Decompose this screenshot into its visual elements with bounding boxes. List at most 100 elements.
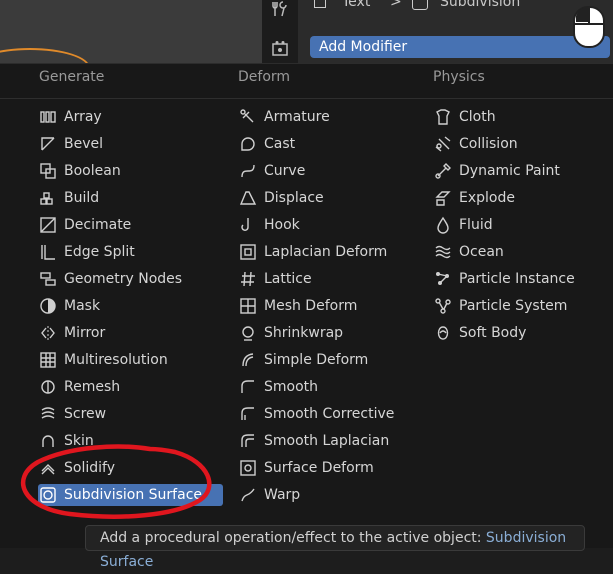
menu-item-skin[interactable]: Skin — [38, 430, 94, 452]
cast-icon — [238, 134, 258, 154]
boolean-icon — [38, 161, 58, 181]
remesh-icon — [38, 377, 58, 397]
menu-item-label: Smooth — [264, 379, 319, 395]
laplacian-deform-icon — [238, 242, 258, 262]
particles-tab-icon[interactable] — [271, 40, 289, 58]
menu-item-subdivision-surface[interactable]: Subdivision Surface — [38, 484, 223, 506]
menu-item-mask[interactable]: Mask — [38, 295, 100, 317]
menu-item-label: Cast — [264, 136, 296, 152]
menu-item-lattice[interactable]: Lattice — [238, 268, 312, 290]
menu-item-label: Surface Deform — [264, 460, 374, 476]
add-modifier-menu: Generate Deform Physics Array Bevel Boolea… — [0, 63, 613, 548]
menu-item-cloth[interactable]: Cloth — [433, 106, 496, 128]
menu-item-label: Dynamic Paint — [459, 163, 560, 179]
menu-item-remesh[interactable]: Remesh — [38, 376, 120, 398]
menu-item-shrinkwrap[interactable]: Shrinkwrap — [238, 322, 343, 344]
menu-item-label: Boolean — [64, 163, 121, 179]
menu-item-curve[interactable]: Curve — [238, 160, 305, 182]
menu-item-label: Particle Instance — [459, 271, 575, 287]
menu-item-label: Array — [64, 109, 102, 125]
skin-icon — [38, 431, 58, 451]
menu-item-particle-system[interactable]: Particle System — [433, 295, 567, 317]
multires-icon — [38, 350, 58, 370]
menu-item-geometry-nodes[interactable]: Geometry Nodes — [38, 268, 182, 290]
menu-item-cast[interactable]: Cast — [238, 133, 295, 155]
soft-body-icon — [433, 323, 453, 343]
3d-viewport[interactable] — [0, 0, 262, 88]
menu-item-label: Smooth Corrective — [264, 406, 395, 422]
modifier-icon — [412, 0, 428, 10]
menu-item-label: Curve — [264, 163, 306, 179]
particle-instance-icon — [433, 269, 453, 289]
menu-item-simple-deform[interactable]: Simple Deform — [238, 349, 368, 371]
menu-item-armature[interactable]: Armature — [238, 106, 330, 128]
menu-item-displace[interactable]: Displace — [238, 187, 324, 209]
build-icon — [38, 188, 58, 208]
menu-item-collision[interactable]: Collision — [433, 133, 518, 155]
menu-item-smooth-laplacian[interactable]: Smooth Laplacian — [238, 430, 389, 452]
simple-deform-icon — [238, 350, 258, 370]
menu-item-label: Multiresolution — [64, 352, 168, 368]
armature-icon — [238, 107, 258, 127]
column-header-generate: Generate — [39, 69, 105, 85]
menu-item-multiresolution[interactable]: Multiresolution — [38, 349, 168, 371]
breadcrumb-object[interactable]: Text — [342, 0, 370, 10]
menu-item-label: Laplacian Deform — [264, 244, 388, 260]
cloth-icon — [433, 107, 453, 127]
solidify-icon — [38, 458, 58, 478]
column-header-deform: Deform — [238, 69, 291, 85]
curve-icon — [238, 161, 258, 181]
explode-icon — [433, 188, 453, 208]
mouse-left-click-icon — [571, 4, 607, 50]
menu-item-smooth[interactable]: Smooth — [238, 376, 318, 398]
menu-item-label: Soft Body — [459, 325, 527, 341]
menu-item-bevel[interactable]: Bevel — [38, 133, 103, 155]
collision-icon — [433, 134, 453, 154]
properties-tab-strip — [262, 0, 298, 64]
menu-item-particle-instance[interactable]: Particle Instance — [433, 268, 575, 290]
smooth-corrective-icon — [238, 404, 258, 424]
tooltip: Add a procedural operation/effect to the… — [85, 525, 585, 570]
menu-item-array[interactable]: Array — [38, 106, 102, 128]
breadcrumb-modifier[interactable]: Subdivision — [440, 0, 520, 10]
menu-item-decimate[interactable]: Decimate — [38, 214, 131, 236]
menu-item-screw[interactable]: Screw — [38, 403, 106, 425]
displace-icon — [238, 188, 258, 208]
menu-item-label: Shrinkwrap — [264, 325, 344, 341]
menu-item-mesh-deform[interactable]: Mesh Deform — [238, 295, 357, 317]
menu-item-hook[interactable]: Hook — [238, 214, 300, 236]
mask-icon — [38, 296, 58, 316]
menu-item-edge-split[interactable]: Edge Split — [38, 241, 135, 263]
smooth-laplacian-icon — [238, 431, 258, 451]
menu-item-label: Fluid — [459, 217, 493, 233]
column-header-physics: Physics — [433, 69, 485, 85]
menu-item-smooth-corrective[interactable]: Smooth Corrective — [238, 403, 394, 425]
menu-item-soft-body[interactable]: Soft Body — [433, 322, 526, 344]
ocean-icon — [433, 242, 453, 262]
add-modifier-button[interactable]: Add Modifier — [310, 36, 610, 58]
menu-item-label: Particle System — [459, 298, 568, 314]
menu-item-label: Ocean — [459, 244, 504, 260]
geometry-nodes-icon — [38, 269, 58, 289]
menu-item-build[interactable]: Build — [38, 187, 99, 209]
menu-item-label: Skin — [64, 433, 94, 449]
breadcrumb-separator: > — [390, 0, 402, 10]
menu-item-label: Lattice — [264, 271, 312, 287]
menu-item-surface-deform[interactable]: Surface Deform — [238, 457, 374, 479]
menu-item-dynamic-paint[interactable]: Dynamic Paint — [433, 160, 560, 182]
menu-item-laplacian-deform[interactable]: Laplacian Deform — [238, 241, 387, 263]
menu-item-ocean[interactable]: Ocean — [433, 241, 504, 263]
menu-item-label: Decimate — [64, 217, 132, 233]
menu-item-boolean[interactable]: Boolean — [38, 160, 121, 182]
wrench-icon[interactable] — [271, 0, 289, 18]
menu-item-label: Simple Deform — [264, 352, 369, 368]
menu-item-label: Armature — [264, 109, 330, 125]
tooltip-text: Add a procedural operation/effect to the… — [100, 530, 482, 546]
menu-item-solidify[interactable]: Solidify — [38, 457, 115, 479]
screw-icon — [38, 404, 58, 424]
menu-item-explode[interactable]: Explode — [433, 187, 515, 209]
menu-item-warp[interactable]: Warp — [238, 484, 300, 506]
menu-item-mirror[interactable]: Mirror — [38, 322, 105, 344]
menu-item-fluid[interactable]: Fluid — [433, 214, 493, 236]
menu-item-label: Cloth — [459, 109, 496, 125]
